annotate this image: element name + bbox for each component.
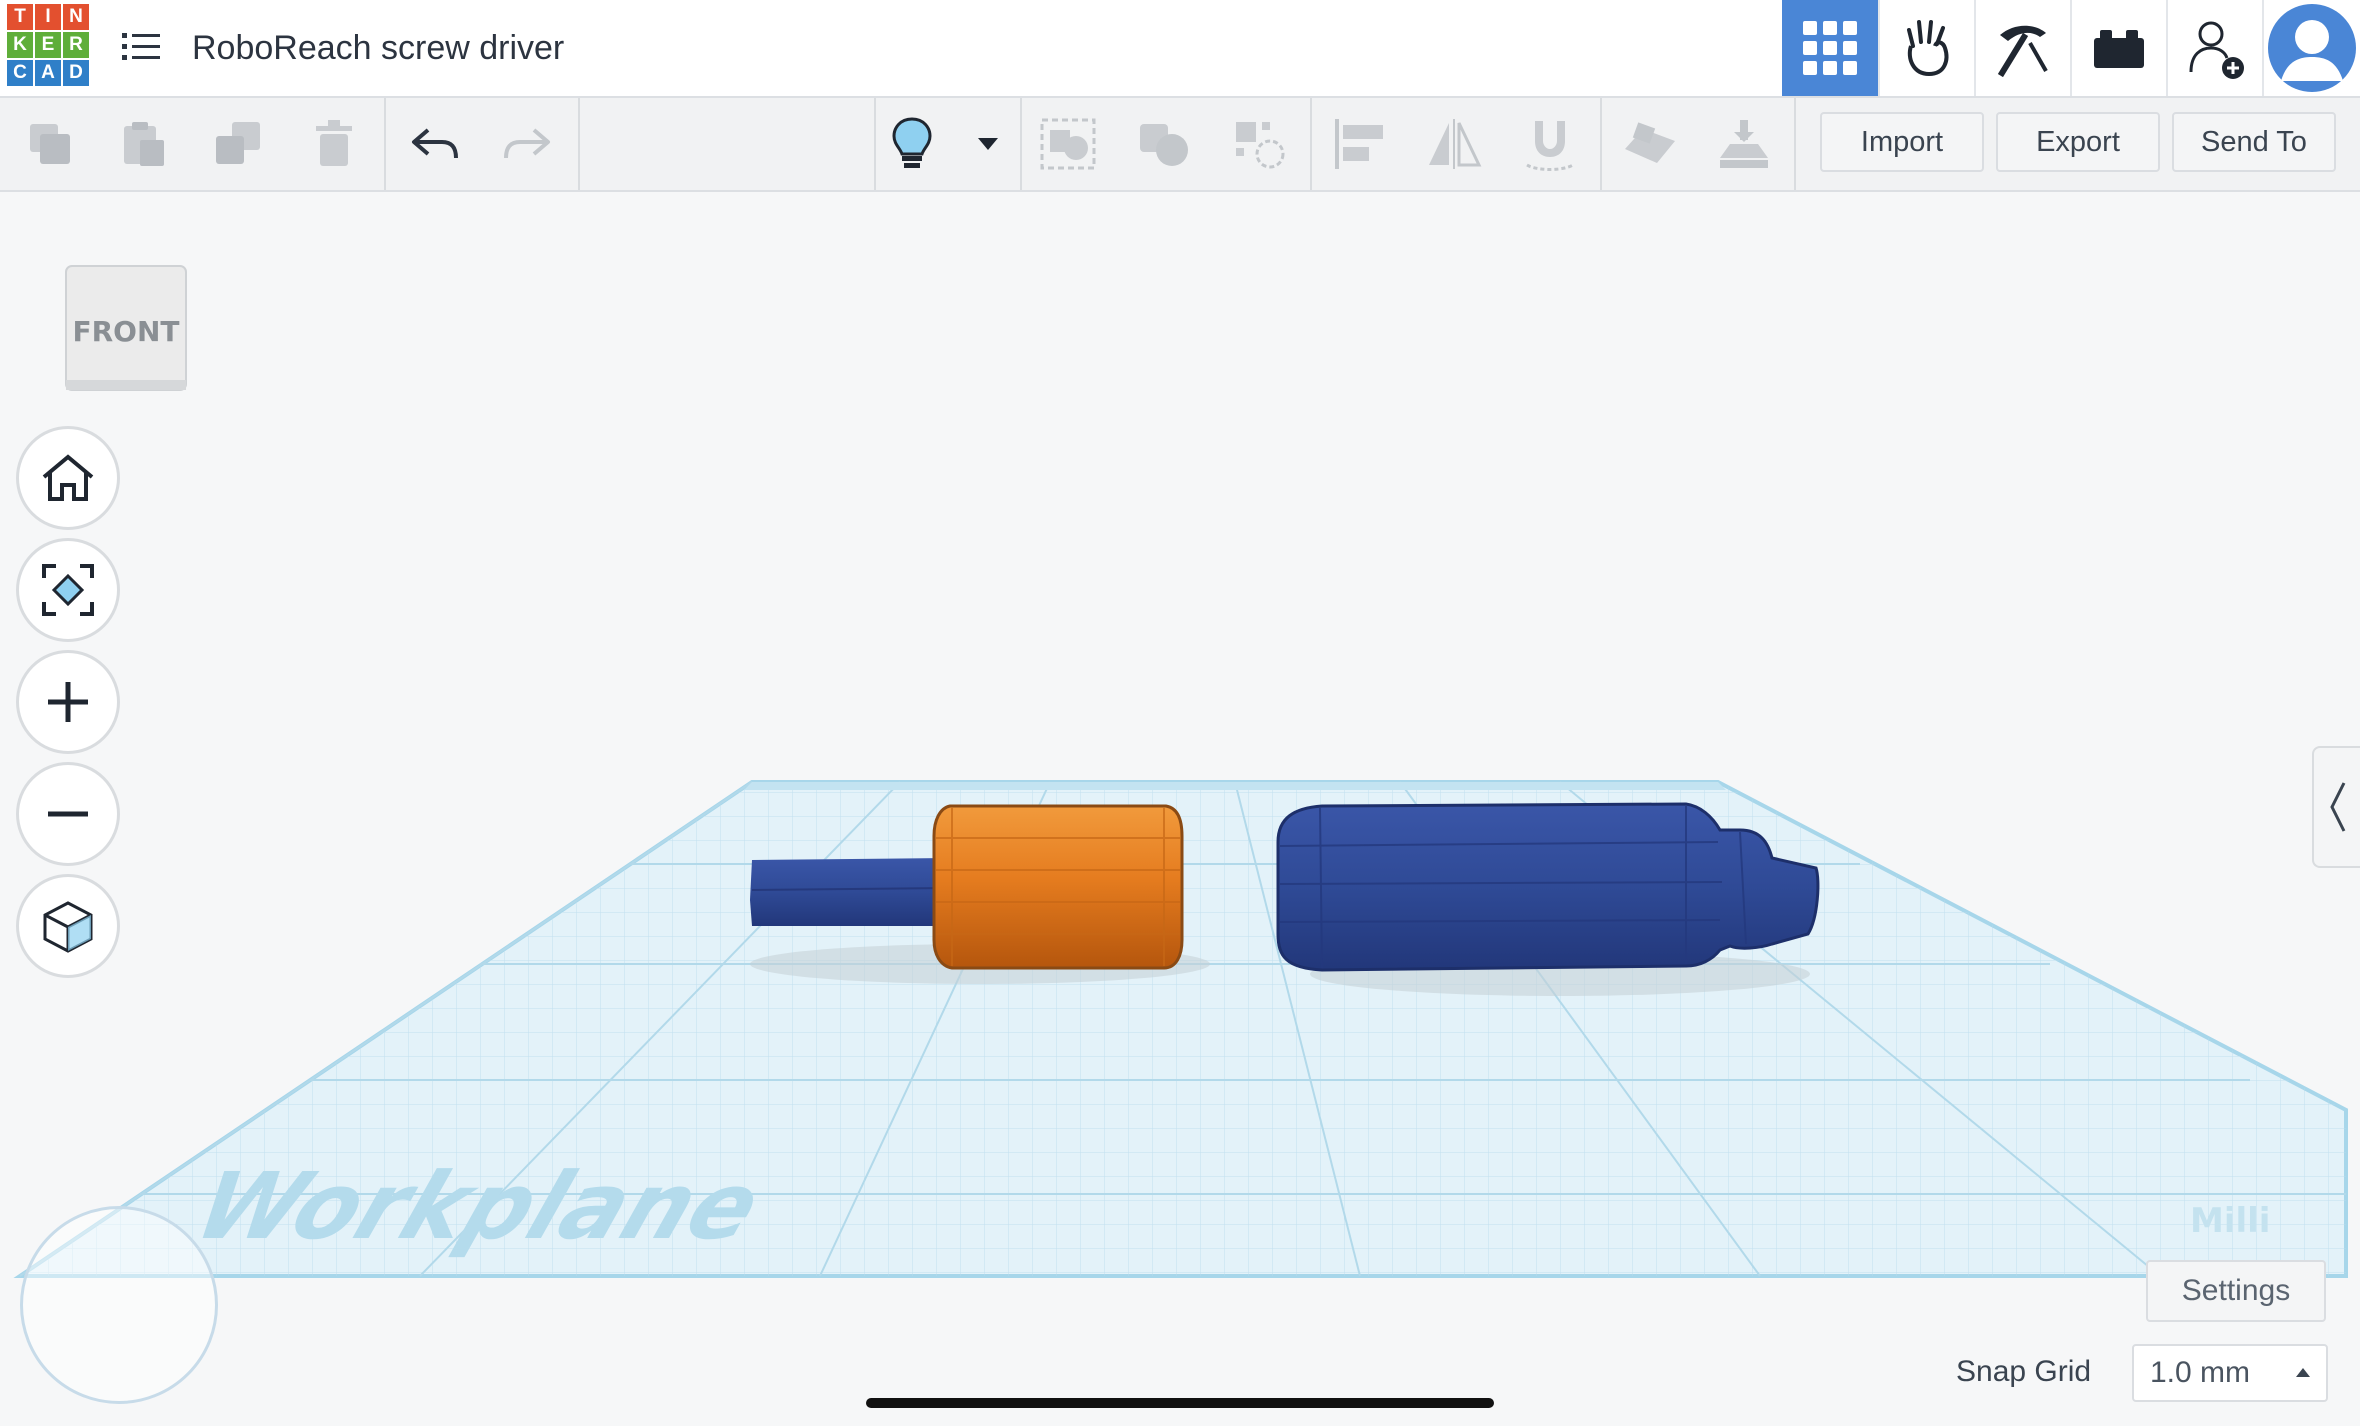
fit-view-icon: [42, 564, 94, 616]
lightbulb-icon: [892, 117, 932, 168]
logo-letter: D: [62, 59, 90, 87]
design-list-menu-icon[interactable]: [120, 26, 162, 68]
grid-view-icon: [1803, 21, 1857, 75]
cruise-button[interactable]: [1518, 112, 1582, 176]
snap-grid-label: Snap Grid: [1956, 1355, 2092, 1388]
workplane-label: Workplane: [182, 1154, 774, 1261]
perspective-button[interactable]: [16, 874, 120, 978]
navigation-joystick[interactable]: [20, 1206, 218, 1404]
chevron-down-icon: [978, 138, 998, 150]
settings-button[interactable]: Settings: [2146, 1260, 2326, 1322]
home-view-button[interactable]: [16, 426, 120, 530]
home-icon: [42, 454, 94, 501]
tinkercad-logo[interactable]: TINKERCAD: [6, 3, 90, 87]
units-label: Milli: [2190, 1201, 2270, 1241]
zoom-in-button[interactable]: [16, 650, 120, 754]
redo-icon: [504, 128, 550, 159]
hole-icon: [1236, 122, 1285, 169]
mirror-button[interactable]: [1422, 112, 1486, 176]
view-switcher: [1782, 0, 2360, 96]
logo-letter: A: [34, 59, 62, 87]
shapes-panel-toggle[interactable]: [2312, 746, 2360, 868]
duplicate-button[interactable]: [206, 112, 270, 176]
align-icon: [1335, 119, 1383, 169]
workplane-scene[interactable]: Workplane Milli: [0, 190, 2360, 1426]
ruler-icon: [1720, 120, 1768, 168]
chevron-left-icon: [2330, 782, 2346, 832]
ungroup-button[interactable]: [1132, 112, 1196, 176]
group-icon: [1040, 118, 1096, 170]
snap-grid-value: 1.0 mm: [2150, 1356, 2251, 1389]
paste-button[interactable]: [112, 112, 176, 176]
import-button[interactable]: Import: [1820, 112, 1984, 172]
logo-letter: C: [6, 59, 34, 87]
edit-toolbar: Import Export Send To: [0, 98, 2360, 192]
align-button[interactable]: [1328, 112, 1392, 176]
screwdriver-tip-shape[interactable]: [750, 858, 949, 926]
paste-icon: [124, 122, 164, 166]
tinker-hand-icon: [1907, 20, 1949, 77]
copy-button[interactable]: [18, 112, 82, 176]
account-button[interactable]: [2262, 0, 2360, 96]
undo-button[interactable]: [402, 112, 466, 176]
logo-letter: N: [62, 3, 90, 31]
copy-icon: [30, 124, 70, 164]
add-user-icon: [2189, 21, 2244, 79]
zoom-out-button[interactable]: [16, 762, 120, 866]
minus-icon: [48, 811, 88, 817]
ruler-button[interactable]: [1712, 112, 1776, 176]
trash-icon: [316, 120, 352, 166]
delete-button[interactable]: [302, 112, 366, 176]
invite-collaborator-button[interactable]: [2166, 0, 2262, 96]
home-indicator[interactable]: [866, 1398, 1494, 1408]
logo-letter: K: [6, 31, 34, 59]
screwdriver-body-shape[interactable]: [1276, 802, 1820, 972]
undo-icon: [412, 128, 458, 159]
caret-up-icon: [2296, 1368, 2310, 1377]
notes-dropdown[interactable]: [958, 112, 1018, 176]
brick-icon: [2094, 30, 2144, 68]
grid-view-button[interactable]: [1782, 0, 1878, 96]
view-cube-face[interactable]: FRONT: [72, 315, 179, 348]
workplane-tool-button[interactable]: [1618, 112, 1682, 176]
mirror-icon: [1429, 119, 1482, 169]
ungroup-icon: [1140, 124, 1188, 166]
logo-letter: T: [6, 3, 34, 31]
view-cube[interactable]: FRONT: [62, 262, 190, 394]
export-button[interactable]: Export: [1996, 112, 2160, 172]
magnet-icon: [1526, 121, 1574, 171]
plus-icon: [48, 682, 88, 722]
duplicate-icon: [216, 122, 260, 164]
workplane-icon: [1625, 122, 1675, 163]
pickaxe-icon: [1997, 25, 2048, 77]
redo-button[interactable]: [496, 112, 560, 176]
notes-button[interactable]: [880, 112, 944, 176]
logo-letter: E: [34, 31, 62, 59]
sim-lab-button[interactable]: [1878, 0, 1974, 96]
design-title[interactable]: RoboReach screw driver: [192, 26, 564, 70]
group-button[interactable]: [1036, 112, 1100, 176]
avatar: [2268, 4, 2356, 92]
minecraft-button[interactable]: [1974, 0, 2070, 96]
fit-all-button[interactable]: [16, 538, 120, 642]
cube-perspective-icon: [43, 901, 93, 953]
logo-letter: I: [34, 3, 62, 31]
top-bar: TINKERCAD RoboReach screw driver: [0, 0, 2360, 98]
snap-grid-select[interactable]: 1.0 mm: [2132, 1344, 2328, 1402]
send-to-button[interactable]: Send To: [2172, 112, 2336, 172]
logo-letter: R: [62, 31, 90, 59]
screwdriver-handle-shape[interactable]: [932, 804, 1184, 970]
solid-hole-button[interactable]: [1228, 112, 1292, 176]
lego-button[interactable]: [2070, 0, 2166, 96]
